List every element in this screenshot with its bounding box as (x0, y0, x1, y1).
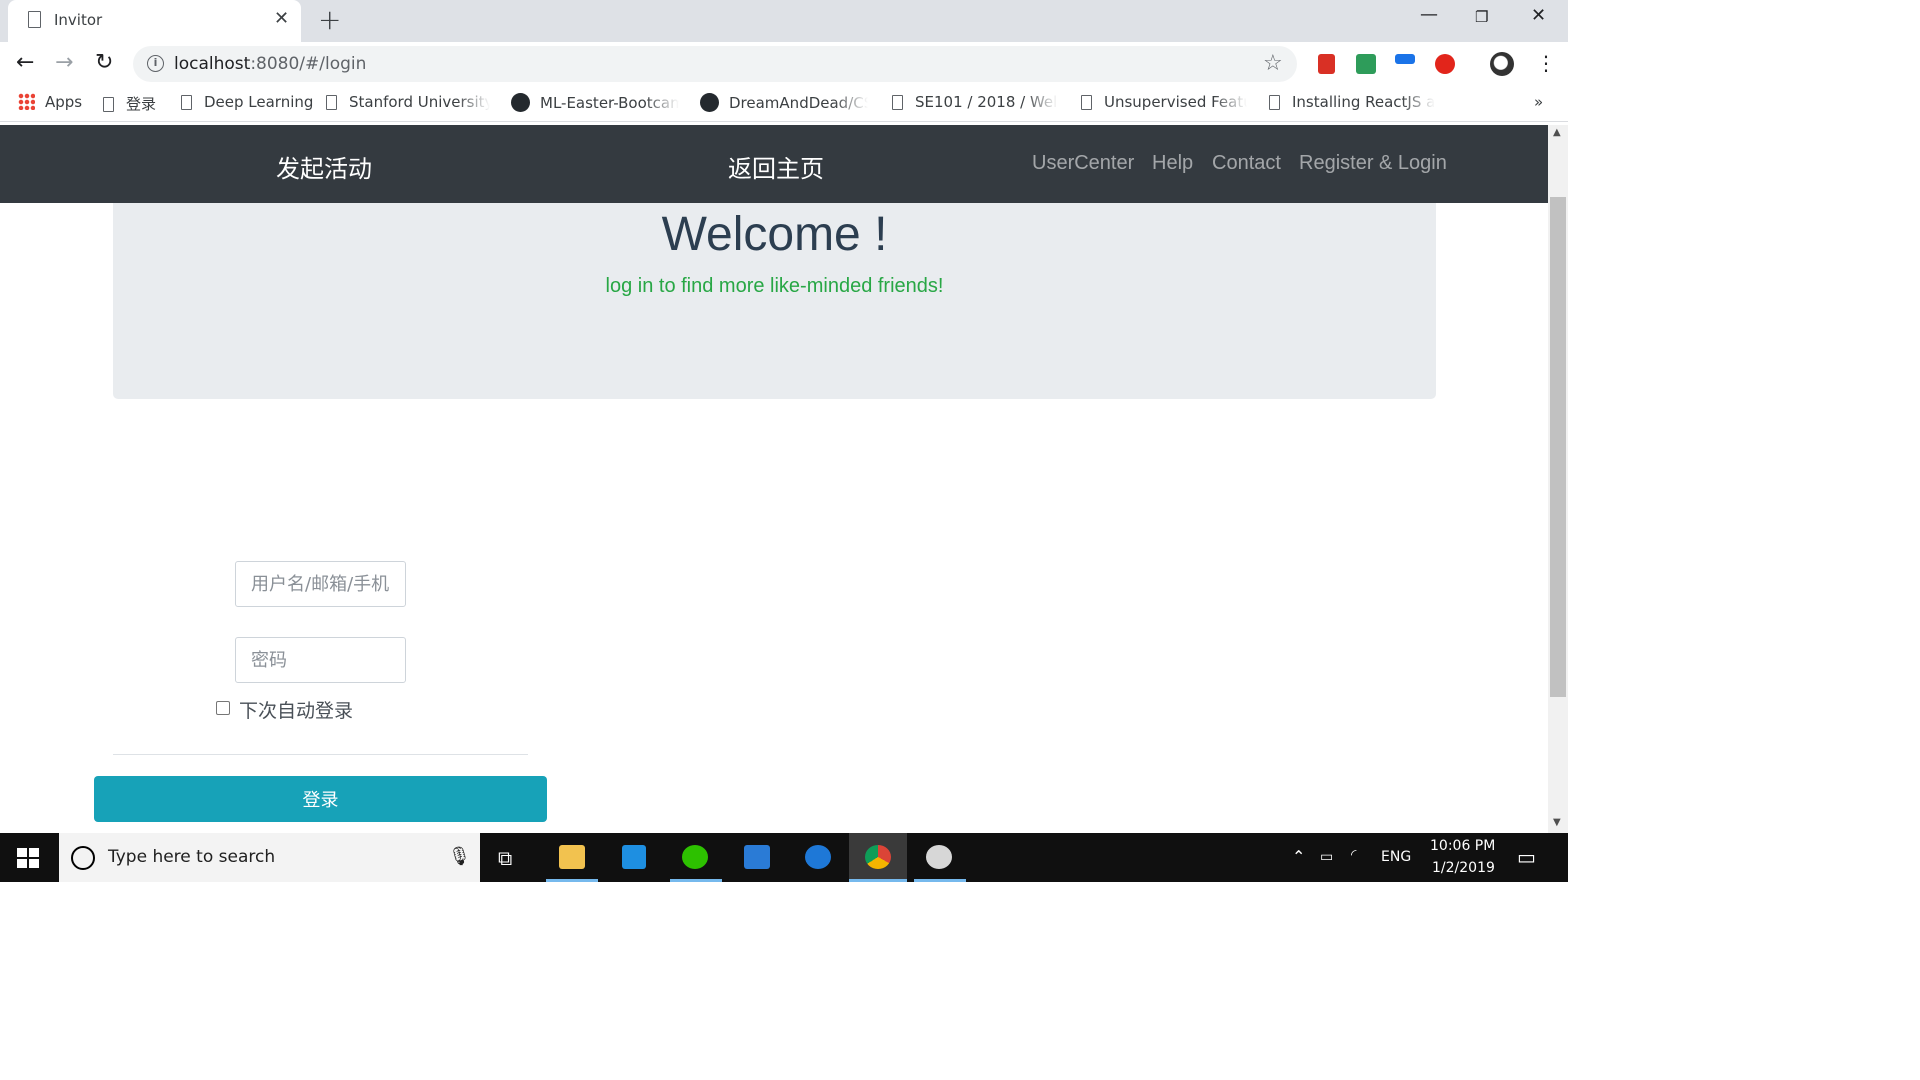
bookmarks-overflow-button[interactable]: » (1534, 93, 1543, 111)
bookmarks-bar: Apps 登录 Deep Learning Stanford Universit… (0, 86, 1568, 122)
file-explorer-icon[interactable] (559, 845, 585, 869)
edge-icon[interactable] (805, 845, 831, 869)
github-icon (700, 93, 719, 112)
file-explorer-running-indicator (546, 879, 598, 882)
new-tab-button[interactable]: + (318, 4, 341, 36)
calendar-extension-icon[interactable] (1395, 54, 1415, 64)
profile-avatar[interactable] (1490, 52, 1514, 76)
scrollbar-thumb[interactable] (1550, 197, 1566, 697)
clock-date[interactable]: 1/2/2019 (1432, 860, 1495, 876)
reload-icon[interactable]: ↻ (95, 50, 113, 76)
bookmark-item[interactable]: SE101 / 2018 / Welco (892, 93, 1058, 111)
adblock-extension-icon[interactable] (1435, 54, 1455, 74)
page-icon (892, 95, 903, 110)
url-path: :8080/#/login (250, 54, 367, 74)
remember-me-label[interactable]: 下次自动登录 (239, 696, 353, 723)
nav-help-link[interactable]: Help (1152, 152, 1193, 175)
url-text[interactable]: localhost:8080/#/login (174, 54, 366, 74)
minimize-icon[interactable]: — (1420, 4, 1438, 25)
site-navbar: 发起活动 返回主页 UserCenter Help Contact Regist… (0, 125, 1548, 203)
bookmark-item[interactable]: ML-Easter-Bootcamp (511, 93, 679, 112)
page-icon (326, 95, 337, 110)
cortana-icon (71, 846, 95, 870)
username-input[interactable] (235, 561, 406, 607)
battery-icon[interactable]: ▭ (1320, 849, 1333, 865)
wifi-icon[interactable]: ◜ (1351, 847, 1356, 863)
nav-register-login-link[interactable]: Register & Login (1299, 152, 1447, 175)
grid-extension-icon[interactable] (1356, 54, 1376, 74)
welcome-heading: Welcome ! (661, 208, 888, 261)
paint-running-indicator (914, 879, 966, 882)
bookmark-star-icon[interactable]: ☆ (1263, 51, 1283, 76)
tab-title: Invitor (54, 11, 103, 29)
browser-tab[interactable]: Invitor ✕ (8, 0, 301, 42)
bookmark-item[interactable]: DreamAndDead/CSA (700, 93, 868, 112)
search-placeholder: Type here to search (108, 847, 276, 867)
wechat-icon[interactable] (682, 845, 708, 869)
tab-strip: Invitor ✕ + — ❐ ✕ (0, 0, 1568, 42)
forward-arrow-icon[interactable]: → (55, 50, 73, 76)
wechat-running-indicator (670, 879, 722, 882)
form-divider (113, 754, 528, 755)
chrome-icon[interactable] (865, 845, 891, 869)
github-icon (511, 93, 530, 112)
page-icon (103, 97, 114, 112)
language-indicator[interactable]: ENG (1381, 849, 1411, 865)
page-icon (181, 95, 192, 110)
vscode-icon[interactable] (744, 845, 770, 869)
url-host: localhost (174, 54, 251, 74)
bookmark-item[interactable]: Unsupervised Feature (1081, 93, 1247, 111)
scroll-down-arrow-icon[interactable]: ▼ (1553, 817, 1561, 828)
page-scrollbar[interactable]: ▲ ▼ (1548, 125, 1568, 833)
bookmark-item[interactable]: Deep Learning (181, 93, 313, 111)
bookmark-item[interactable]: Stanford University C (326, 93, 490, 111)
address-bar[interactable]: i localhost:8080/#/login ☆ (133, 46, 1297, 82)
welcome-jumbotron: Welcome ! log in to find more like-minde… (113, 203, 1436, 399)
taskbar-search-box[interactable]: Type here to search 🎙 (59, 833, 480, 882)
scroll-up-arrow-icon[interactable]: ▲ (1553, 127, 1561, 138)
qq-icon[interactable] (622, 845, 646, 869)
remember-me-checkbox[interactable] (216, 701, 230, 715)
microphone-icon[interactable]: 🎙 (448, 846, 471, 867)
bookmark-extension-icon[interactable] (1318, 54, 1335, 74)
chrome-running-indicator (849, 879, 907, 882)
info-icon[interactable]: i (147, 55, 164, 72)
restore-icon[interactable]: ❐ (1475, 8, 1488, 26)
nav-contact-link[interactable]: Contact (1212, 152, 1281, 175)
task-view-icon[interactable]: ⧉ (498, 846, 512, 870)
paint-icon[interactable] (926, 845, 952, 869)
login-button[interactable]: 登录 (94, 776, 547, 822)
windows-taskbar: Type here to search 🎙 ⧉ ⌃ ▭ ◜ ENG 10:06 … (0, 833, 1568, 882)
bookmark-apps[interactable]: Apps (18, 93, 82, 111)
clock-time[interactable]: 10:06 PM (1430, 838, 1495, 854)
page-viewport: 发起活动 返回主页 UserCenter Help Contact Regist… (0, 125, 1548, 833)
apps-grid-icon (18, 93, 35, 110)
close-window-icon[interactable]: ✕ (1531, 5, 1546, 26)
close-tab-icon[interactable]: ✕ (274, 8, 289, 29)
page-icon (1081, 95, 1092, 110)
password-input[interactable] (235, 637, 406, 683)
bookmark-item[interactable]: Installing ReactJS and (1269, 93, 1435, 111)
bookmark-item[interactable]: 登录 (103, 93, 156, 114)
back-home-link[interactable]: 返回主页 (728, 149, 824, 184)
welcome-subtitle: log in to find more like-minded friends! (605, 275, 944, 297)
browser-toolbar: ← → ↻ i localhost:8080/#/login ☆ 20h ⋮ (0, 42, 1568, 119)
back-arrow-icon[interactable]: ← (16, 50, 34, 76)
page-icon (28, 11, 41, 28)
launch-activity-link[interactable]: 发起活动 (276, 149, 372, 184)
notification-center-icon[interactable]: ▭ (1517, 845, 1536, 869)
tray-chevron-up-icon[interactable]: ⌃ (1292, 847, 1305, 866)
page-icon (1269, 95, 1280, 110)
windows-start-icon[interactable] (17, 848, 39, 868)
nav-usercenter-link[interactable]: UserCenter (1032, 152, 1134, 175)
menu-kebab-icon[interactable]: ⋮ (1536, 50, 1556, 76)
